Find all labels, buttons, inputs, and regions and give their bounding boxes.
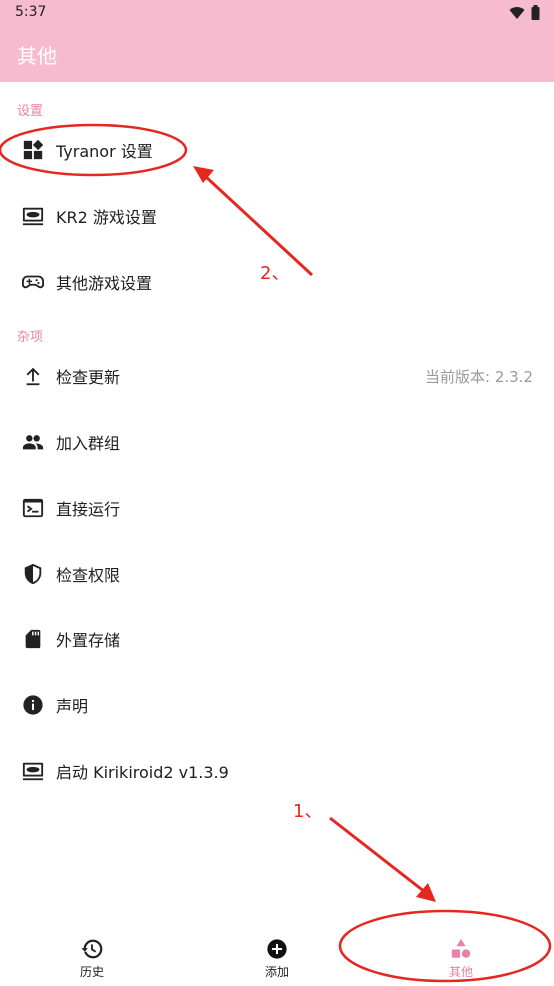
list-item-label: 启动 Kirikiroid2 v1.3.9	[56, 763, 229, 782]
battery-icon	[531, 5, 540, 20]
nav-label: 历史	[79, 965, 104, 979]
nav-label: 添加	[264, 965, 289, 979]
wifi-icon	[509, 6, 525, 19]
list-item-label: 其他游戏设置	[56, 274, 153, 293]
list-item-label: 外置存储	[56, 631, 121, 650]
nav-item-other[interactable]: 其他	[369, 930, 553, 986]
list-item-tyranor-settings[interactable]: Tyranor 设置	[0, 117, 554, 183]
shapes-icon	[451, 938, 471, 958]
annotation-arrow-1	[329, 816, 426, 894]
upload-arrow-icon	[26, 367, 40, 386]
list-item-label: 加入群组	[56, 434, 121, 453]
terminal-icon	[22, 498, 44, 518]
info-icon	[23, 695, 43, 715]
list-item-label: 声明	[56, 697, 89, 716]
nav-item-history[interactable]: 历史	[0, 930, 184, 986]
list-item-launch-kirikiroid2[interactable]: 启动 Kirikiroid2 v1.3.9	[0, 738, 554, 804]
status-bar: 5:37	[0, 0, 554, 26]
app-bar: 其他	[0, 26, 554, 82]
system-icons	[509, 5, 540, 20]
shield-icon	[24, 563, 42, 585]
bottom-navigation: 历史 添加 其他	[0, 930, 554, 986]
list-item-external-storage[interactable]: 外置存储	[0, 606, 554, 672]
game-console-icon	[22, 207, 44, 226]
gamepad-icon	[22, 275, 44, 289]
add-circle-icon	[267, 939, 287, 959]
annotation-arrowhead-1	[416, 883, 436, 902]
group-icon	[22, 435, 44, 450]
nav-label: 其他	[448, 965, 473, 979]
list-item-label: 直接运行	[56, 500, 121, 519]
sd-card-icon	[25, 629, 41, 649]
list-item-kr2-game-settings[interactable]: KR2 游戏设置	[0, 183, 554, 249]
list-item-statement[interactable]: 声明	[0, 672, 554, 738]
list-item-check-permissions[interactable]: 检查权限	[0, 541, 554, 607]
status-time: 5:37	[15, 4, 47, 20]
list-item-run-directly[interactable]: 直接运行	[0, 475, 554, 541]
annotation-label-2: 2、	[260, 263, 290, 284]
version-text: 当前版本: 2.3.2	[425, 368, 533, 386]
list-item-label: Tyranor 设置	[56, 142, 153, 161]
history-icon	[81, 939, 103, 959]
list-item-check-update[interactable]: 检查更新 当前版本: 2.3.2	[0, 343, 554, 409]
list-item-label: 检查更新	[56, 368, 121, 387]
widgets-icon	[23, 139, 44, 160]
list-item-join-group[interactable]: 加入群组	[0, 409, 554, 475]
nav-item-add[interactable]: 添加	[185, 930, 369, 986]
list-item-label: KR2 游戏设置	[56, 208, 157, 227]
annotation-label-1: 1、	[293, 801, 323, 822]
game-console-icon	[22, 762, 44, 781]
page-title: 其他	[17, 44, 57, 68]
list-item-label: 检查权限	[56, 566, 121, 585]
